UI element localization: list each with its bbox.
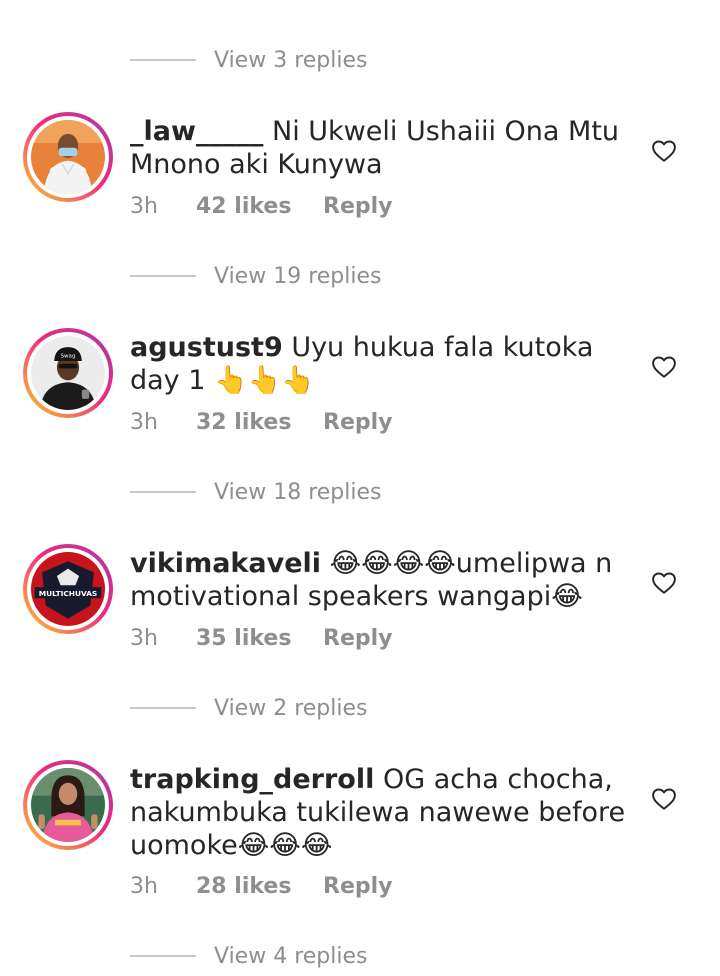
profile-photo-icon bbox=[31, 120, 105, 194]
comment-text: vikimakaveli 😂😂😂😂umelipwa n motivational… bbox=[130, 547, 640, 613]
heart-icon[interactable] bbox=[651, 354, 677, 380]
likes-count[interactable]: 32 likes bbox=[196, 410, 323, 435]
reply-button[interactable]: Reply bbox=[323, 626, 393, 651]
heart-icon[interactable] bbox=[651, 570, 677, 596]
comment-text: trapking_derroll OG acha chocha, nakumbu… bbox=[130, 763, 640, 862]
likes-count[interactable]: 28 likes bbox=[196, 874, 323, 899]
comment-text: agustust9 Uyu hukua fala kutoka day 1 👆👆… bbox=[130, 331, 640, 397]
profile-photo-icon bbox=[31, 768, 105, 842]
comment-time: 3h bbox=[130, 410, 158, 435]
view-replies-button[interactable]: View 18 replies bbox=[130, 472, 381, 512]
username-link[interactable]: agustust9 bbox=[130, 332, 283, 363]
view-replies-label: View 19 replies bbox=[214, 263, 382, 289]
profile-photo-icon: Swag bbox=[31, 336, 105, 410]
divider-line bbox=[130, 275, 196, 277]
comment-text: _law_____ Ni Ukweli Ushaiii Ona Mtu Mnon… bbox=[130, 115, 640, 181]
comment-time: 3h bbox=[130, 626, 158, 651]
divider-line bbox=[130, 491, 196, 493]
comment-meta: 3h 35 likes Reply bbox=[130, 626, 393, 651]
avatar[interactable] bbox=[23, 112, 113, 202]
comment-meta: 3h 32 likes Reply bbox=[130, 410, 393, 435]
avatar[interactable] bbox=[23, 760, 113, 850]
view-replies-label: View 3 replies bbox=[214, 47, 368, 73]
avatar[interactable]: Swag bbox=[23, 328, 113, 418]
comment-time: 3h bbox=[130, 194, 158, 219]
view-replies-button[interactable]: View 19 replies bbox=[130, 256, 381, 296]
view-replies-label: View 4 replies bbox=[214, 943, 368, 969]
comment-time: 3h bbox=[130, 874, 158, 899]
svg-text:Swag: Swag bbox=[61, 353, 76, 359]
likes-count[interactable]: 35 likes bbox=[196, 626, 323, 651]
view-replies-label: View 18 replies bbox=[214, 479, 382, 505]
avatar[interactable]: MULTICHUVAS bbox=[23, 544, 113, 634]
comment-meta: 3h 42 likes Reply bbox=[130, 194, 393, 219]
view-replies-button[interactable]: View 3 replies bbox=[130, 40, 367, 80]
multichuvas-logo-icon: MULTICHUVAS bbox=[31, 552, 105, 626]
username-link[interactable]: vikimakaveli bbox=[130, 548, 321, 579]
likes-count[interactable]: 42 likes bbox=[196, 194, 323, 219]
username-link[interactable]: _law_____ bbox=[130, 116, 263, 147]
divider-line bbox=[130, 707, 196, 709]
divider-line bbox=[130, 59, 196, 61]
reply-button[interactable]: Reply bbox=[323, 194, 393, 219]
view-replies-label: View 2 replies bbox=[214, 695, 368, 721]
reply-button[interactable]: Reply bbox=[323, 874, 393, 899]
divider-line bbox=[130, 955, 196, 957]
username-link[interactable]: trapking_derroll bbox=[130, 764, 374, 795]
view-replies-button[interactable]: View 4 replies bbox=[130, 936, 367, 976]
logo-text: MULTICHUVAS bbox=[39, 589, 98, 598]
reply-button[interactable]: Reply bbox=[323, 410, 393, 435]
heart-icon[interactable] bbox=[651, 138, 677, 164]
comment-meta: 3h 28 likes Reply bbox=[130, 874, 393, 899]
view-replies-button[interactable]: View 2 replies bbox=[130, 688, 367, 728]
heart-icon[interactable] bbox=[651, 786, 677, 812]
